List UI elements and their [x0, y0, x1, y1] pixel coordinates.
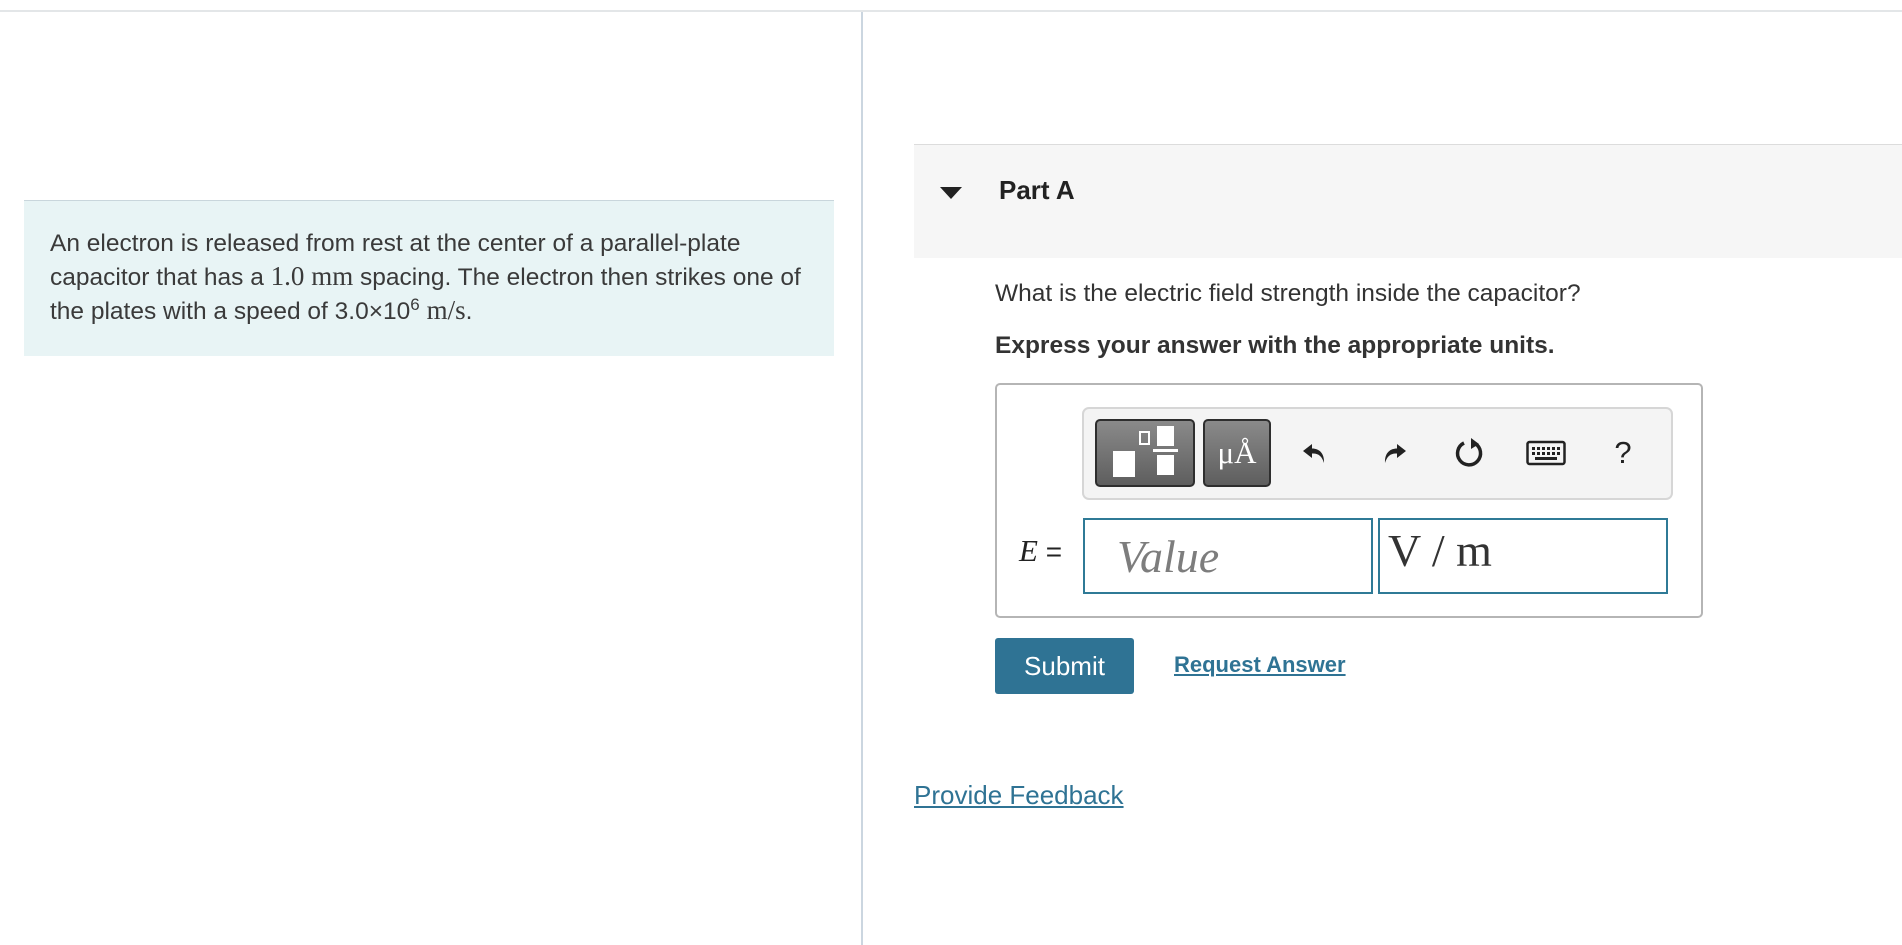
- answer-box: μÅ ? E = Value V / m: [995, 383, 1703, 618]
- undo-icon: [1303, 444, 1325, 463]
- part-title: Part A: [999, 175, 1075, 205]
- help-button[interactable]: ?: [1598, 423, 1648, 483]
- value-input[interactable]: [1083, 518, 1373, 594]
- problem-statement: An electron is released from rest at the…: [24, 200, 834, 356]
- units-icon: μÅ: [1217, 435, 1257, 470]
- request-answer-link[interactable]: Request Answer: [1174, 652, 1346, 678]
- equals-sign: =: [1045, 536, 1063, 567]
- provide-feedback-link[interactable]: Provide Feedback: [914, 780, 1124, 811]
- keyboard-icon: [1526, 440, 1566, 466]
- math-toolbar: μÅ ?: [1082, 407, 1673, 500]
- reset-icon: [1455, 438, 1483, 467]
- problem-text-3: .: [465, 298, 473, 325]
- speed-unit: m/s: [426, 295, 466, 325]
- part-a-header[interactable]: Part A: [914, 144, 1902, 258]
- spacing-unit: mm: [311, 261, 354, 291]
- spacing-value: 1.0: [270, 261, 305, 291]
- redo-button[interactable]: [1369, 423, 1419, 483]
- page: An electron is released from rest at the…: [0, 0, 1902, 945]
- speed-mantissa: 3.0×10: [334, 298, 411, 325]
- submit-button[interactable]: Submit: [995, 638, 1134, 694]
- keyboard-button[interactable]: [1521, 423, 1571, 483]
- column-divider: [861, 12, 863, 945]
- help-icon: ?: [1614, 435, 1632, 470]
- top-divider: [0, 10, 1902, 12]
- templates-button[interactable]: [1095, 419, 1195, 487]
- undo-button[interactable]: [1290, 423, 1340, 483]
- units-button[interactable]: μÅ: [1203, 419, 1271, 487]
- answer-variable-label: E =: [1019, 533, 1062, 569]
- units-input[interactable]: V / m: [1378, 518, 1668, 594]
- answer-variable: E: [1019, 533, 1038, 568]
- question-text: What is the electric field strength insi…: [995, 280, 1581, 307]
- collapse-caret-icon[interactable]: [940, 187, 962, 199]
- speed-exponent: 6: [410, 294, 420, 314]
- instruction-text: Express your answer with the appropriate…: [995, 332, 1555, 359]
- reset-button[interactable]: [1445, 423, 1495, 483]
- redo-icon: [1384, 444, 1406, 463]
